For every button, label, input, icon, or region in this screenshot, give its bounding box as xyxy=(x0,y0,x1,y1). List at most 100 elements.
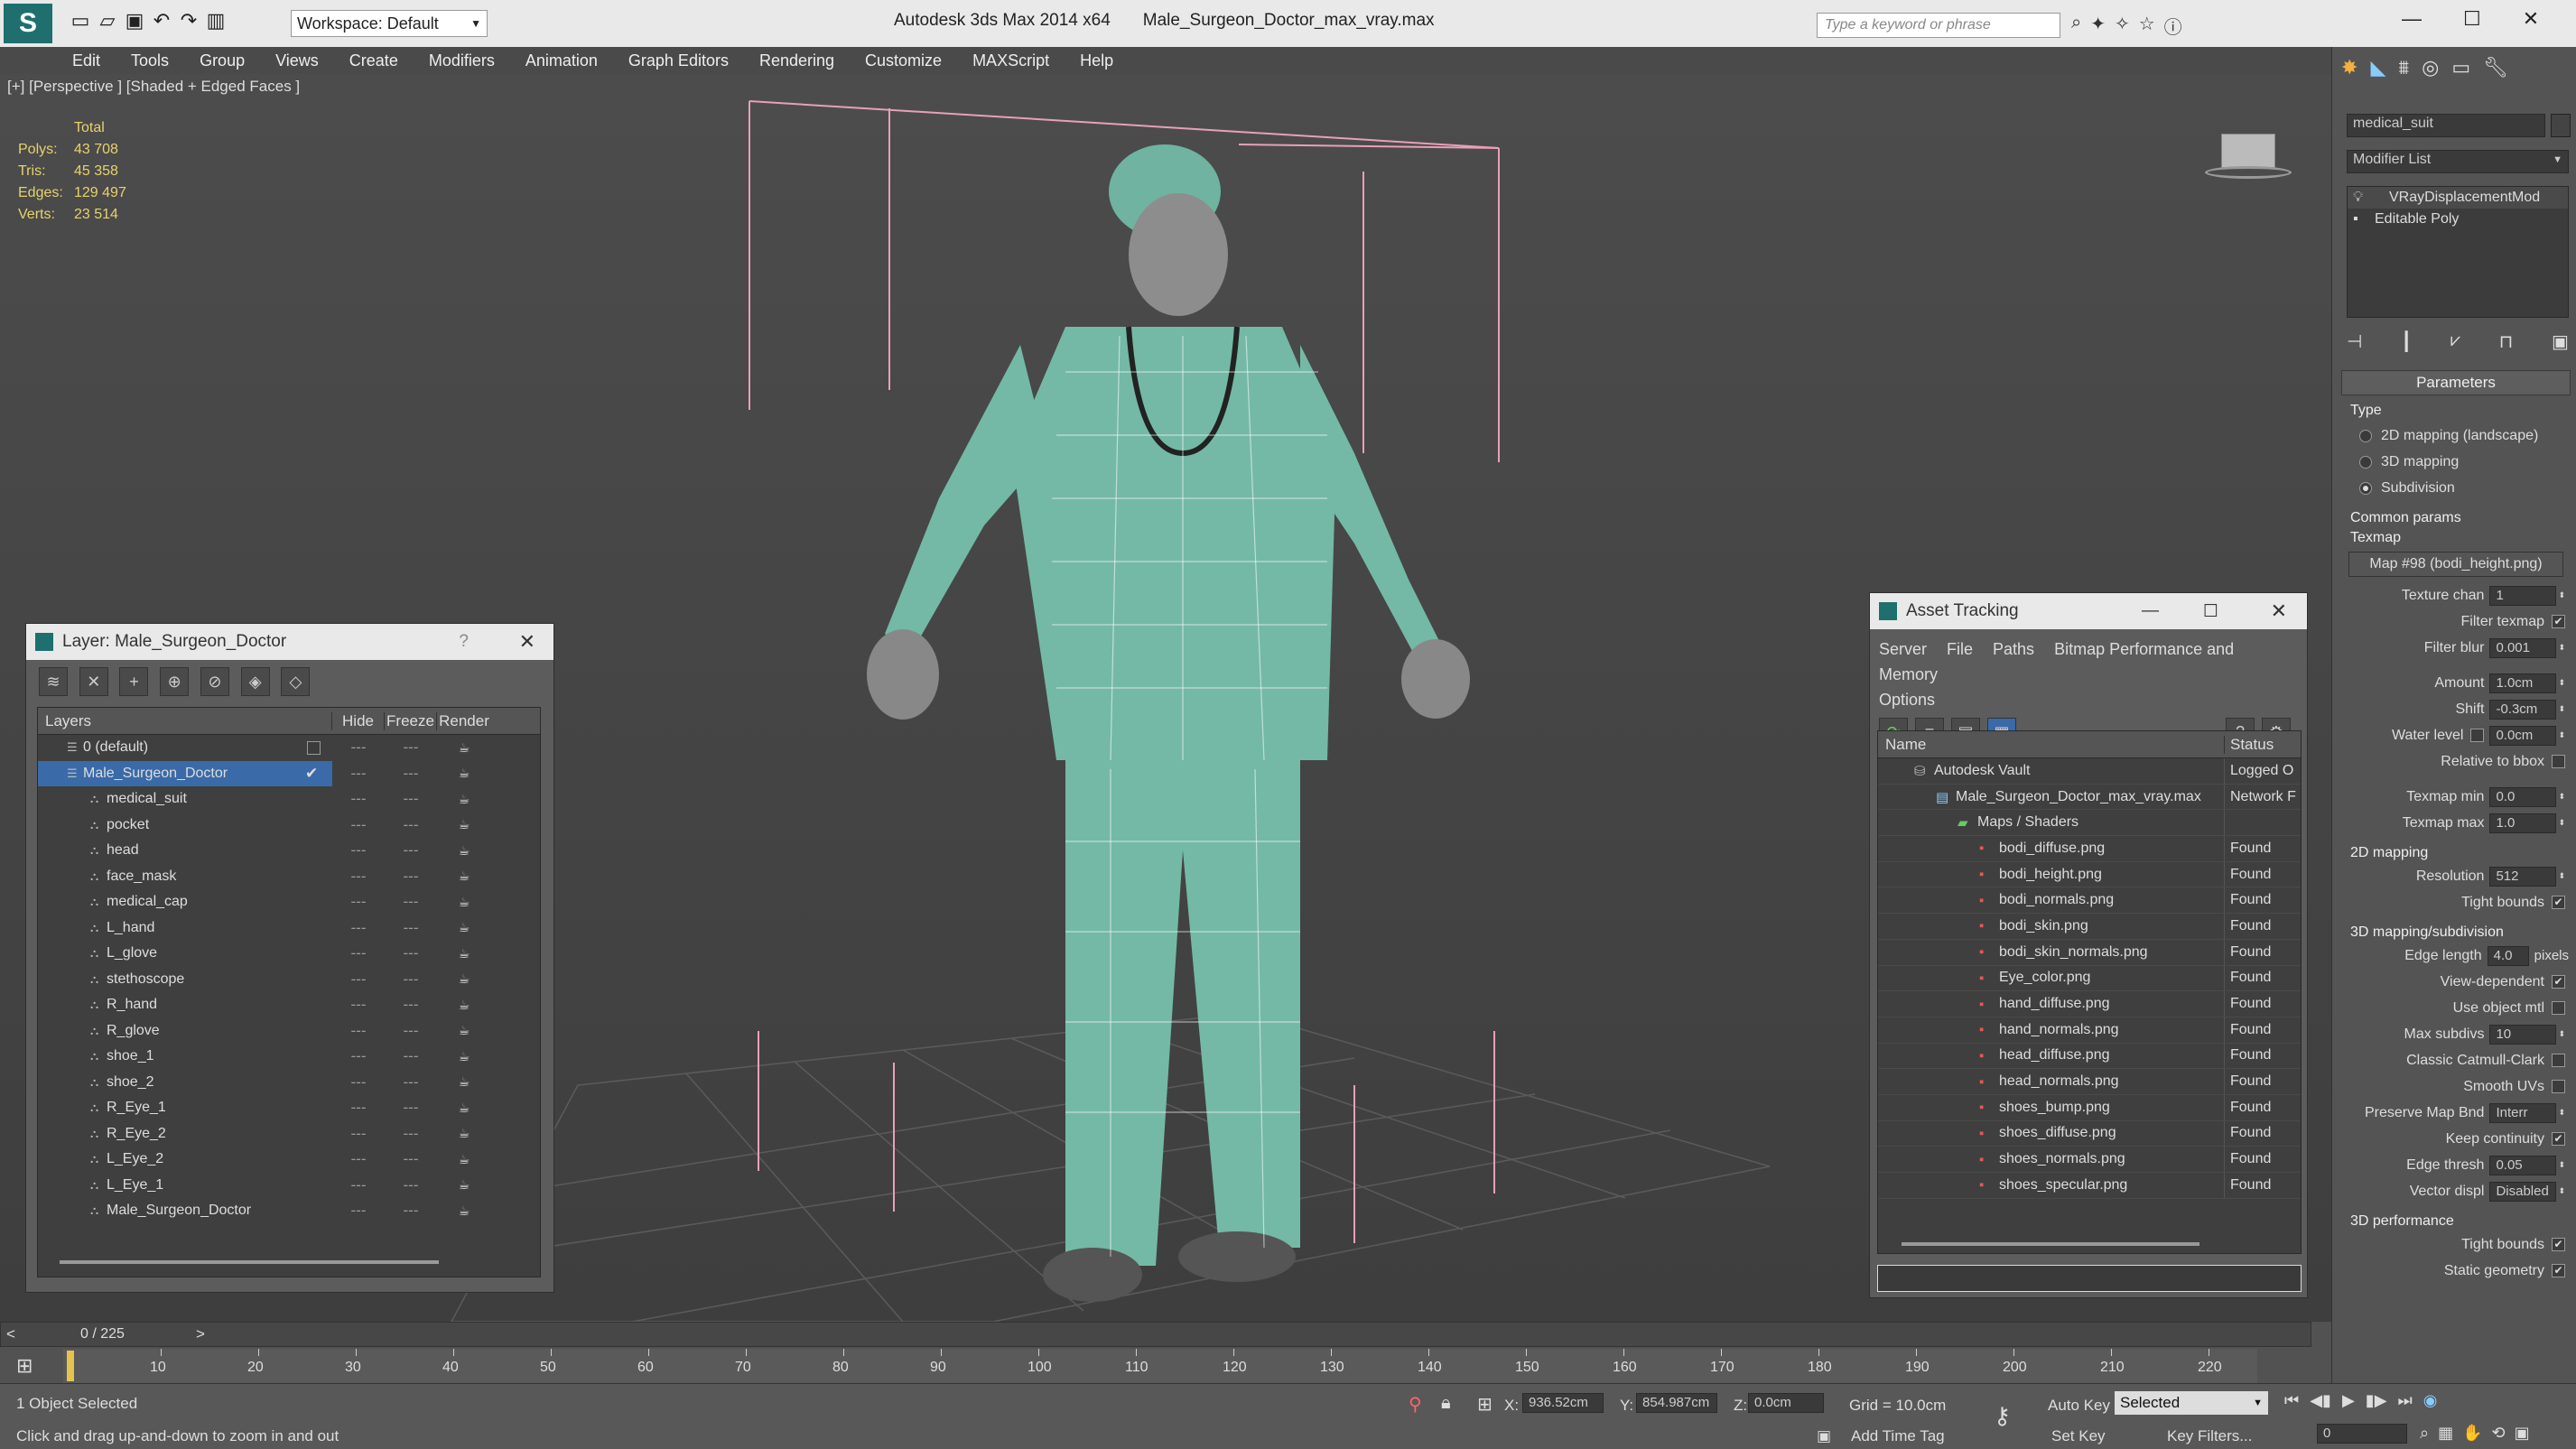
pin-stack-icon[interactable]: ⊣ xyxy=(2347,330,2362,353)
freeze-toggle[interactable]: --- xyxy=(385,841,437,859)
col-render[interactable]: Render xyxy=(437,712,491,730)
param-value-field[interactable]: 512 xyxy=(2489,866,2557,887)
param-checkbox[interactable]: ✔ xyxy=(2552,1132,2565,1146)
modifier-stack[interactable]: 💡︎ VRayDisplacementMod ▪ Editable Poly xyxy=(2347,186,2569,318)
close-icon[interactable]: ✕ xyxy=(2523,7,2539,31)
asset-row[interactable]: ▪ bodi_height.png Found xyxy=(1878,861,2301,888)
favorites-star-icon[interactable]: ☆ xyxy=(2139,13,2155,39)
param-checkbox[interactable] xyxy=(2552,1001,2565,1015)
asset-menu-file[interactable]: File xyxy=(1947,640,1973,658)
layer-row[interactable]: ⛬ shoe_1 --- --- ☕︎ xyxy=(38,1044,540,1070)
go-to-start-icon[interactable]: ⏮ xyxy=(2284,1391,2299,1410)
hide-toggle[interactable]: --- xyxy=(332,1176,385,1194)
minimize-icon[interactable]: — xyxy=(2402,7,2422,31)
close-icon[interactable]: ✕ xyxy=(2271,599,2287,623)
asset-row[interactable]: ▰ Maps / Shaders xyxy=(1878,810,2301,837)
selection-set-dropdown[interactable]: Selected ▼ xyxy=(2115,1391,2268,1415)
hide-toggle[interactable]: --- xyxy=(332,919,385,937)
spinner-icon[interactable]: ⬍ xyxy=(2558,704,2565,714)
add-to-layer-icon[interactable]: + xyxy=(119,667,149,696)
param-checkbox[interactable] xyxy=(2552,755,2565,768)
freeze-toggle[interactable]: --- xyxy=(385,996,437,1014)
asset-path-field[interactable] xyxy=(1877,1265,2302,1292)
hide-toggle[interactable]: --- xyxy=(332,868,385,886)
spinner-icon[interactable]: ⬍ xyxy=(2558,730,2565,740)
key-filters-button[interactable]: Key Filters... xyxy=(2167,1427,2252,1445)
freeze-toggle[interactable]: --- xyxy=(385,1125,437,1143)
minimize-icon[interactable]: — xyxy=(2142,601,2159,621)
param-value-field[interactable]: 1 xyxy=(2489,585,2557,606)
layer-row[interactable]: ⛬ medical_cap --- --- ☕︎ xyxy=(38,889,540,915)
asset-menu-bitmap-performance-and-memory[interactable]: Bitmap Performance and Memory xyxy=(1879,640,2234,683)
asset-row[interactable]: ▪ bodi_normals.png Found xyxy=(1878,887,2301,915)
modify-tab-icon[interactable]: ◣ xyxy=(2370,56,2385,79)
render-toggle-icon[interactable]: ☕︎ xyxy=(437,792,491,807)
lock-selection-icon[interactable]: 🔒︎ xyxy=(1441,1393,1451,1414)
asset-row[interactable]: ▪ shoes_specular.png Found xyxy=(1878,1173,2301,1199)
isolate-icon[interactable]: ⚲ xyxy=(1409,1393,1422,1416)
object-color-swatch[interactable] xyxy=(2551,114,2571,137)
render-toggle-icon[interactable]: ☕︎ xyxy=(437,1049,491,1064)
timeline-cursor[interactable] xyxy=(67,1351,74,1381)
spinner-icon[interactable]: ⬍ xyxy=(2558,792,2565,802)
help-button[interactable]: ? xyxy=(459,632,469,652)
redo-icon[interactable]: ↷ xyxy=(175,9,202,33)
tools-icon[interactable]: ✦ xyxy=(2090,13,2106,39)
open-file-icon[interactable]: ▱ xyxy=(94,9,121,33)
render-toggle-icon[interactable]: ☕︎ xyxy=(437,895,491,910)
prev-key-icon[interactable]: ◀▮ xyxy=(2310,1391,2331,1410)
render-toggle-icon[interactable]: ☕︎ xyxy=(437,1023,491,1038)
layer-row[interactable]: ⛬ pocket --- --- ☕︎ xyxy=(38,813,540,839)
asset-row[interactable]: ▪ head_diffuse.png Found xyxy=(1878,1043,2301,1070)
type-radio[interactable]: Subdivision xyxy=(2341,475,2571,501)
project-folder-icon[interactable]: ▥ xyxy=(202,9,229,33)
spinner-icon[interactable]: ⬍ xyxy=(2558,1029,2565,1039)
key-mode-toggle-icon[interactable]: ◉ xyxy=(2423,1391,2438,1410)
stack-item-editable-poly[interactable]: ▪ Editable Poly xyxy=(2348,209,2568,230)
param-checkbox[interactable]: ✔ xyxy=(2552,1264,2565,1277)
binoculars-icon[interactable]: ⌕ xyxy=(2071,13,2081,39)
type-radio[interactable]: 3D mapping xyxy=(2341,449,2571,475)
y-coord-field[interactable]: 854.987cm xyxy=(1636,1393,1717,1413)
configure-sets-icon[interactable]: ▣ xyxy=(2552,330,2569,353)
param-checkbox[interactable]: ✔ xyxy=(2552,615,2565,628)
lightbulb-icon[interactable]: 💡︎ xyxy=(2353,190,2375,206)
menu-customize[interactable]: Customize xyxy=(865,51,942,70)
layer-row[interactable]: ⛬ R_hand --- --- ☕︎ xyxy=(38,992,540,1018)
render-toggle-icon[interactable]: ☕︎ xyxy=(437,1126,491,1141)
parameters-header[interactable]: Parameters xyxy=(2341,370,2571,395)
param-value-field[interactable]: 1.0 xyxy=(2489,813,2557,833)
col-hide[interactable]: Hide xyxy=(332,711,385,730)
current-frame-field[interactable]: 0 xyxy=(2317,1424,2407,1444)
layer-row[interactable]: ⛬ face_mask --- --- ☕︎ xyxy=(38,864,540,890)
freeze-toggle[interactable]: --- xyxy=(385,1176,437,1194)
render-toggle-icon[interactable]: ☕︎ xyxy=(437,998,491,1013)
layer-row[interactable]: ⛬ Male_Surgeon_Doctor --- --- ☕︎ xyxy=(38,1198,540,1224)
horizontal-scrollbar[interactable] xyxy=(60,1260,439,1264)
layer-row[interactable]: ⛬ R_Eye_2 --- --- ☕︎ xyxy=(38,1121,540,1147)
param-value-field[interactable]: 1.0cm xyxy=(2489,673,2557,693)
asset-row[interactable]: ▪ bodi_diffuse.png Found xyxy=(1878,836,2301,862)
layer-row[interactable]: ⛬ shoe_2 --- --- ☕︎ xyxy=(38,1070,540,1096)
param-checkbox[interactable] xyxy=(2552,1080,2565,1093)
add-time-tag[interactable]: Add Time Tag xyxy=(1851,1427,1945,1445)
key-icon[interactable]: ⚷ xyxy=(1994,1402,2011,1430)
render-toggle-icon[interactable]: ☕︎ xyxy=(437,1101,491,1116)
render-toggle-icon[interactable]: ☕︎ xyxy=(437,946,491,961)
motion-tab-icon[interactable]: ◎ xyxy=(2422,56,2439,79)
render-toggle-icon[interactable]: ☕︎ xyxy=(437,766,491,781)
layer-row[interactable]: ⛬ R_glove --- --- ☕︎ xyxy=(38,1018,540,1045)
radio-button[interactable] xyxy=(2359,429,2372,442)
menu-views[interactable]: Views xyxy=(275,51,319,70)
param-value-field[interactable]: 10 xyxy=(2489,1024,2557,1045)
hierarchy-tab-icon[interactable]: ⩩ xyxy=(2398,56,2409,79)
menu-tools[interactable]: Tools xyxy=(131,51,169,70)
menu-graph-editors[interactable]: Graph Editors xyxy=(628,51,729,70)
hide-toggle[interactable]: --- xyxy=(332,971,385,989)
col-name[interactable]: Name xyxy=(1878,735,2225,754)
freeze-toggle[interactable]: --- xyxy=(385,1022,437,1040)
asset-menu-server[interactable]: Server xyxy=(1879,640,1927,658)
render-toggle-icon[interactable]: ☕︎ xyxy=(437,1074,491,1090)
asset-row[interactable]: ▪ hand_normals.png Found xyxy=(1878,1017,2301,1044)
current-layer-checkbox[interactable] xyxy=(307,740,321,755)
